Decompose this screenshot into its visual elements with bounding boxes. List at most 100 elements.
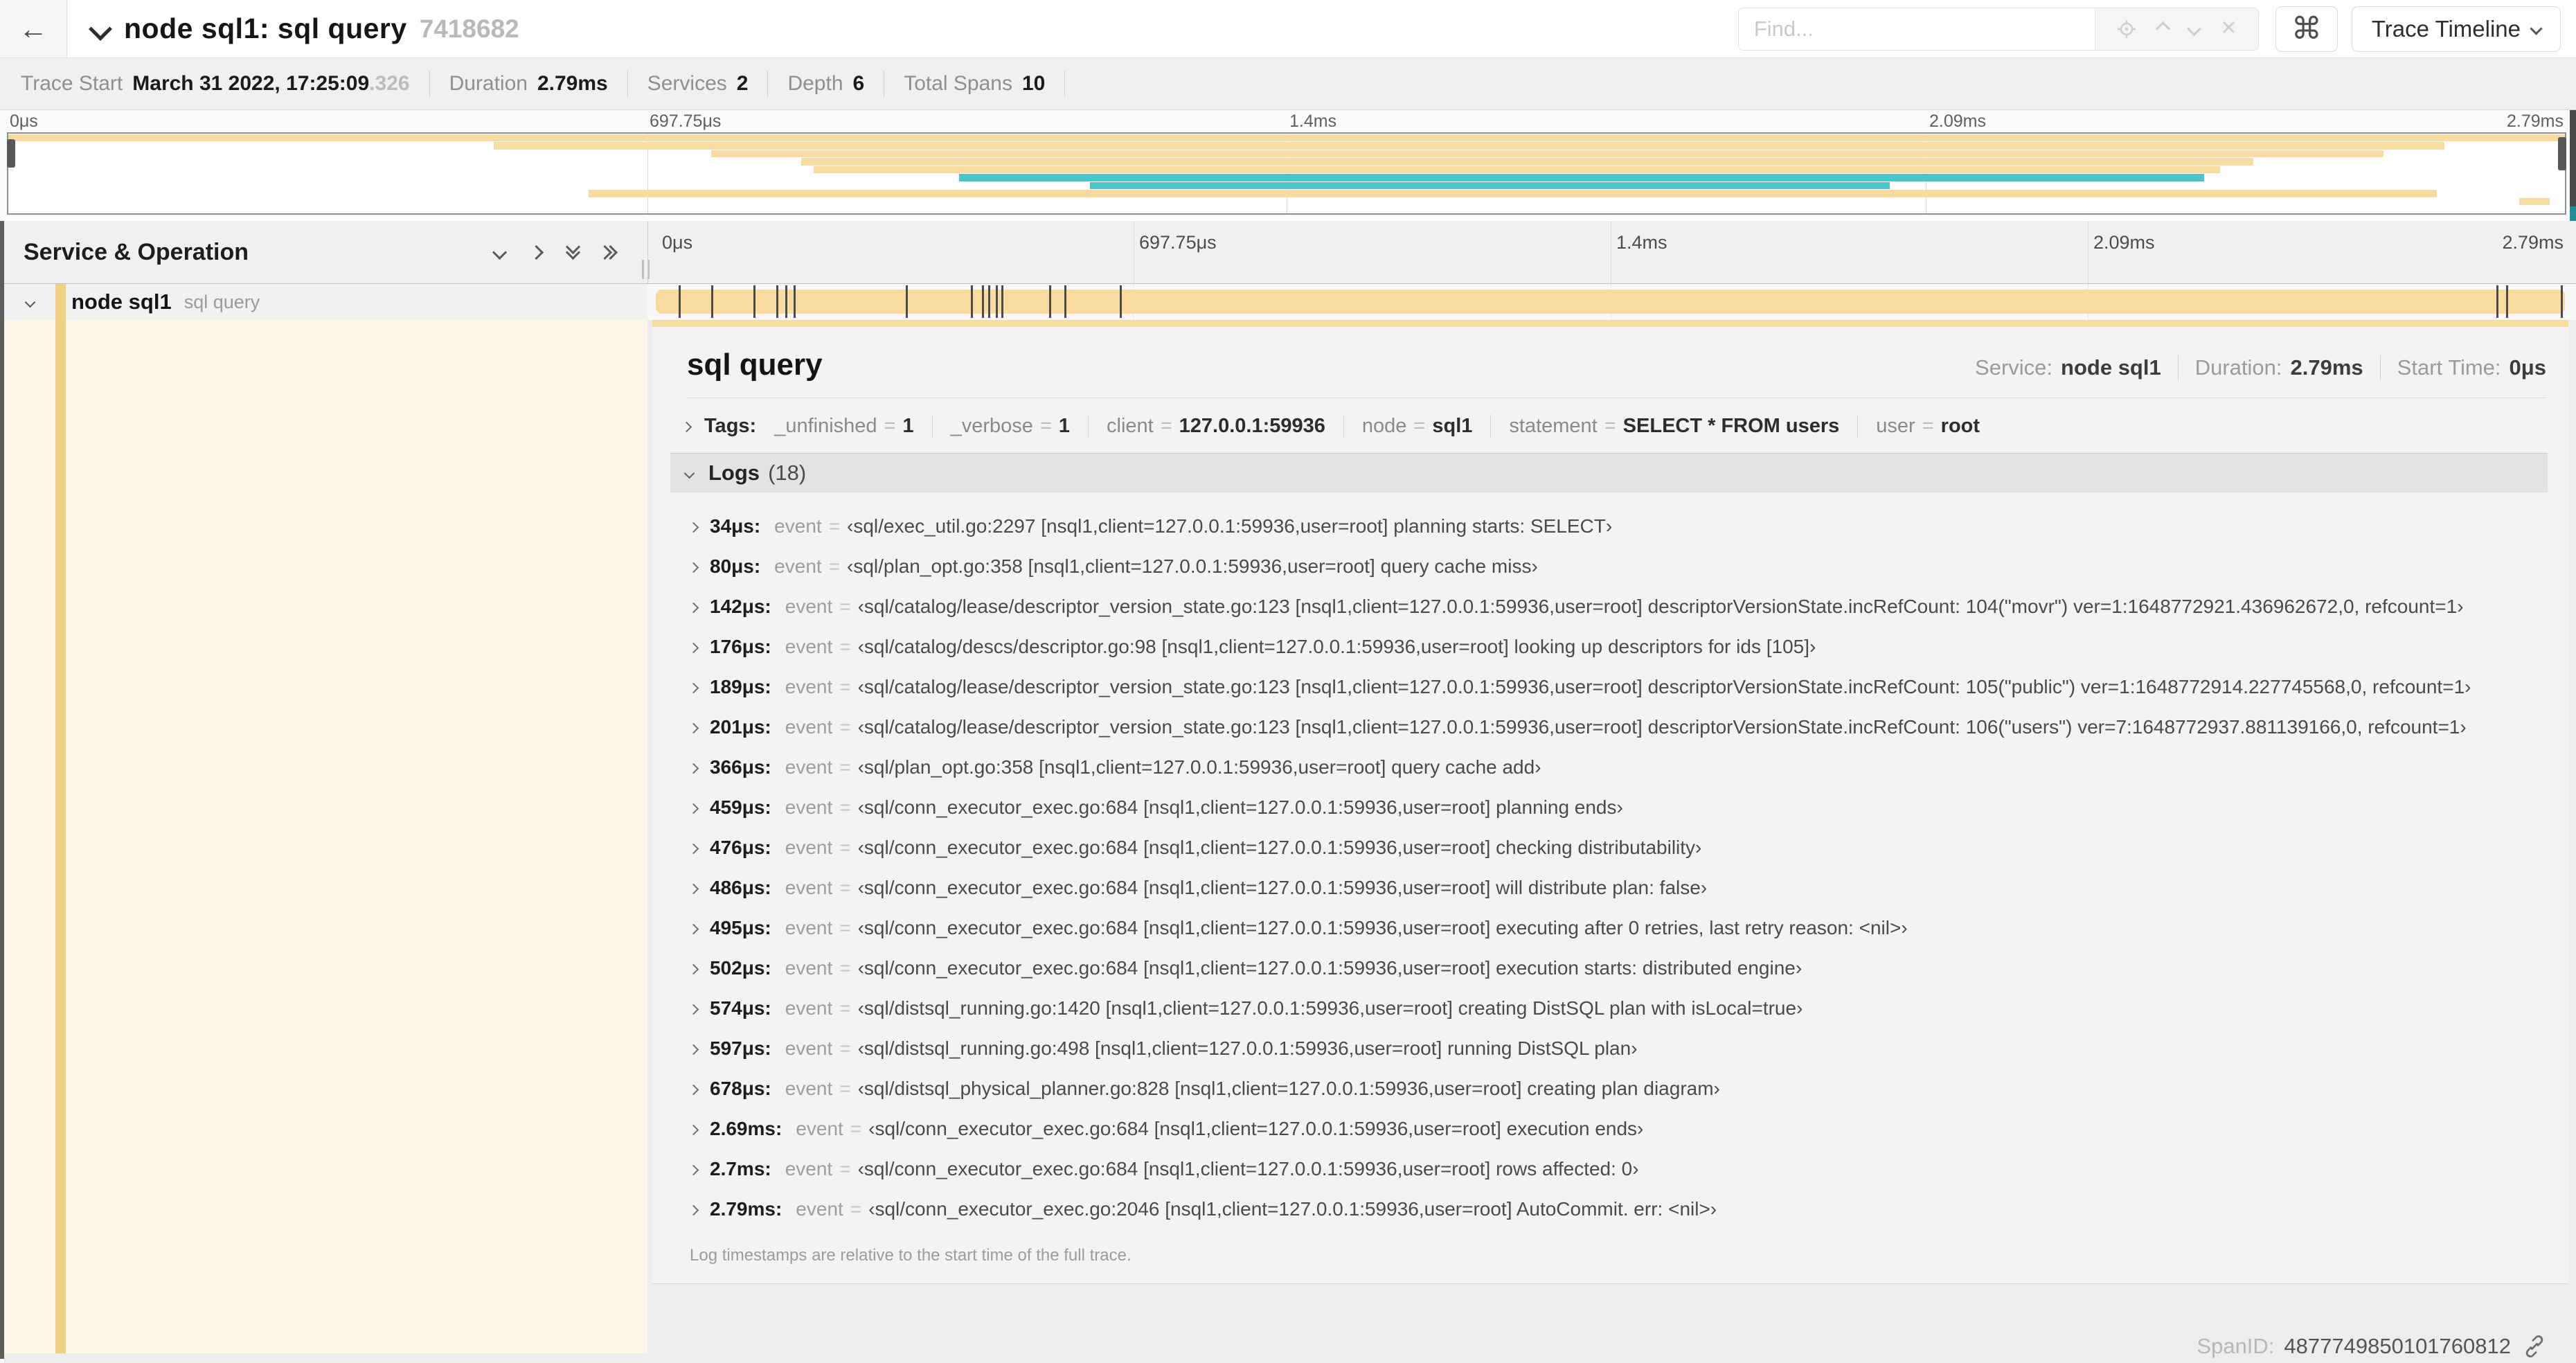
span-collapse-chevron-icon[interactable] xyxy=(24,296,36,308)
span-stat-value: 2.79ms xyxy=(2290,355,2363,380)
log-equals: = xyxy=(839,716,851,738)
log-row[interactable]: 80μs: event = ‹sql/plan_opt.go:358 [nsql… xyxy=(688,546,2548,587)
log-row[interactable]: 2.7ms: event = ‹sql/conn_executor_exec.g… xyxy=(688,1149,2548,1189)
summary-item: Services 2 xyxy=(647,72,749,96)
minimap-tick-label: 1.4ms xyxy=(1289,112,1337,131)
log-timestamp: 2.69ms: xyxy=(710,1118,782,1139)
back-arrow-icon: ← xyxy=(19,12,48,45)
log-row[interactable]: 486μs: event = ‹sql/conn_executor_exec.g… xyxy=(688,868,2548,908)
timeline-column-header: Service & Operation 0μs 697.75μs 1.4ms 2… xyxy=(4,221,2576,284)
trace-summary-bar: Trace Start March 31 2022, 17:25:09.326 … xyxy=(0,58,2576,110)
operation-name: sql query xyxy=(184,291,260,312)
log-field-key: event xyxy=(796,1118,843,1139)
collapse-one-icon[interactable] xyxy=(492,244,508,260)
span-stat: Service: node sql1 xyxy=(1958,355,2178,380)
deep-link-icon[interactable] xyxy=(2522,1334,2547,1359)
log-row[interactable]: 142μs: event = ‹sql/catalog/lease/descri… xyxy=(688,587,2548,627)
locate-icon[interactable] xyxy=(2116,19,2137,39)
log-value: ‹sql/conn_executor_exec.go:684 [nsql1,cl… xyxy=(868,1118,1644,1139)
log-row[interactable]: 678μs: event = ‹sql/distsql_physical_pla… xyxy=(688,1069,2548,1109)
tag-item: _verbose = 1 xyxy=(931,415,1088,438)
log-equals: = xyxy=(839,596,851,617)
minimap-span-bar xyxy=(813,166,2220,174)
span-stat-value: 0μs xyxy=(2509,355,2546,380)
log-expand-chevron-icon xyxy=(688,602,699,614)
logs-header[interactable]: Logs (18) xyxy=(670,453,2548,492)
tag-key: _unfinished xyxy=(774,415,877,437)
find-clear-icon[interactable]: ✕ xyxy=(2220,19,2237,39)
find-input[interactable] xyxy=(1738,8,2095,50)
log-expand-chevron-icon xyxy=(688,843,699,855)
tag-equals: = xyxy=(1039,415,1052,437)
tag-key: _verbose xyxy=(950,415,1033,437)
log-row[interactable]: 366μs: event = ‹sql/plan_opt.go:358 [nsq… xyxy=(688,747,2548,787)
log-row[interactable]: 597μs: event = ‹sql/distsql_running.go:4… xyxy=(688,1028,2548,1069)
log-equals: = xyxy=(839,837,851,858)
keyboard-shortcuts-button[interactable]: ⌘ xyxy=(2275,6,2338,52)
log-row[interactable]: 34μs: event = ‹sql/exec_util.go:2297 [ns… xyxy=(688,506,2548,546)
logs-footnote: Log timestamps are relative to the start… xyxy=(690,1246,1132,1265)
span-id-value: 4877749850101760812 xyxy=(2284,1334,2511,1358)
log-timestamp: 597μs: xyxy=(710,1037,771,1059)
span-row-name-cell[interactable]: node sql1 sql query xyxy=(4,284,647,320)
find-prev-icon[interactable] xyxy=(2155,21,2171,37)
summary-value: March 31 2022, 17:25:09 xyxy=(132,72,370,95)
log-equals: = xyxy=(839,636,851,657)
back-button[interactable]: ← xyxy=(0,0,67,57)
minimap-tick-label: 2.09ms xyxy=(1929,112,1986,131)
log-value: ‹sql/conn_executor_exec.go:684 [nsql1,cl… xyxy=(857,917,1908,938)
log-equals: = xyxy=(839,917,851,938)
span-stat-label: Service: xyxy=(1975,355,2053,380)
log-equals: = xyxy=(839,877,851,898)
page-title: node sql1: sql query xyxy=(124,12,407,44)
expand-one-icon[interactable] xyxy=(528,244,544,260)
minimap-canvas[interactable] xyxy=(7,132,2566,215)
tags-row[interactable]: Tags: _unfinished = 1 _verbose = 1 clien… xyxy=(652,398,2568,450)
summary-value: 2.79ms xyxy=(537,72,608,95)
log-expand-chevron-icon xyxy=(688,1004,699,1015)
minimap-span-bar xyxy=(1089,181,1890,190)
log-row[interactable]: 459μs: event = ‹sql/conn_executor_exec.g… xyxy=(688,787,2548,828)
log-timestamp: 34μs: xyxy=(710,515,761,537)
find-buttons: ✕ xyxy=(2094,8,2258,50)
log-row[interactable]: 2.79ms: event = ‹sql/conn_executor_exec.… xyxy=(688,1189,2548,1229)
minimap-right-drag-handle[interactable] xyxy=(2558,136,2566,170)
summary-value: 6 xyxy=(852,72,865,95)
tag-item: client = 127.0.0.1:59936 xyxy=(1088,415,1343,438)
summary-divider xyxy=(767,71,769,97)
summary-item: Depth 6 xyxy=(787,72,864,96)
log-field-key: event xyxy=(785,1078,833,1099)
expand-all-icon[interactable] xyxy=(597,244,618,260)
log-row[interactable]: 189μs: event = ‹sql/catalog/lease/descri… xyxy=(688,667,2548,707)
timeline-ruler: 0μs 697.75μs 1.4ms 2.09ms 2.79ms xyxy=(647,221,2576,283)
tag-value: 127.0.0.1:59936 xyxy=(1179,415,1325,437)
trace-collapse-chevron-icon[interactable] xyxy=(89,17,112,41)
selected-row-left-column xyxy=(4,320,647,1353)
root-span-bar[interactable] xyxy=(656,289,2565,314)
log-timestamp: 2.7ms: xyxy=(710,1158,771,1179)
log-value: ‹sql/distsql_physical_planner.go:828 [ns… xyxy=(857,1078,1720,1099)
logs-count: (18) xyxy=(768,461,807,485)
log-row[interactable]: 201μs: event = ‹sql/catalog/lease/descri… xyxy=(688,707,2548,747)
summary-divider xyxy=(1064,71,1066,97)
log-value: ‹sql/catalog/lease/descriptor_version_st… xyxy=(857,596,2464,617)
log-row[interactable]: 502μs: event = ‹sql/conn_executor_exec.g… xyxy=(688,948,2548,988)
view-options-dropdown[interactable]: Trace Timeline xyxy=(2351,6,2561,52)
log-row[interactable]: 2.69ms: event = ‹sql/conn_executor_exec.… xyxy=(688,1109,2548,1149)
log-row[interactable]: 495μs: event = ‹sql/conn_executor_exec.g… xyxy=(688,908,2548,948)
span-id-label: SpanID: xyxy=(2197,1334,2275,1358)
log-row[interactable]: 476μs: event = ‹sql/conn_executor_exec.g… xyxy=(688,828,2548,868)
log-equals: = xyxy=(828,515,841,537)
span-detail-card: sql query Service: node sql1 Duration: 2… xyxy=(652,327,2568,1284)
log-value: ‹sql/catalog/descs/descriptor.go:98 [nsq… xyxy=(857,636,1816,657)
log-row[interactable]: 574μs: event = ‹sql/distsql_running.go:1… xyxy=(688,988,2548,1028)
span-id-row: SpanID: 4877749850101760812 xyxy=(647,1323,2576,1359)
log-timestamp: 189μs: xyxy=(710,676,771,697)
log-timestamp: 574μs: xyxy=(710,997,771,1019)
collapse-all-icon[interactable] xyxy=(565,239,581,260)
find-group: ✕ xyxy=(1737,7,2259,51)
find-next-icon[interactable] xyxy=(2187,21,2202,37)
log-row[interactable]: 176μs: event = ‹sql/catalog/descs/descri… xyxy=(688,627,2548,667)
minimap-left-drag-handle[interactable] xyxy=(7,139,15,168)
ruler-tick-label: 0μs xyxy=(662,232,693,253)
